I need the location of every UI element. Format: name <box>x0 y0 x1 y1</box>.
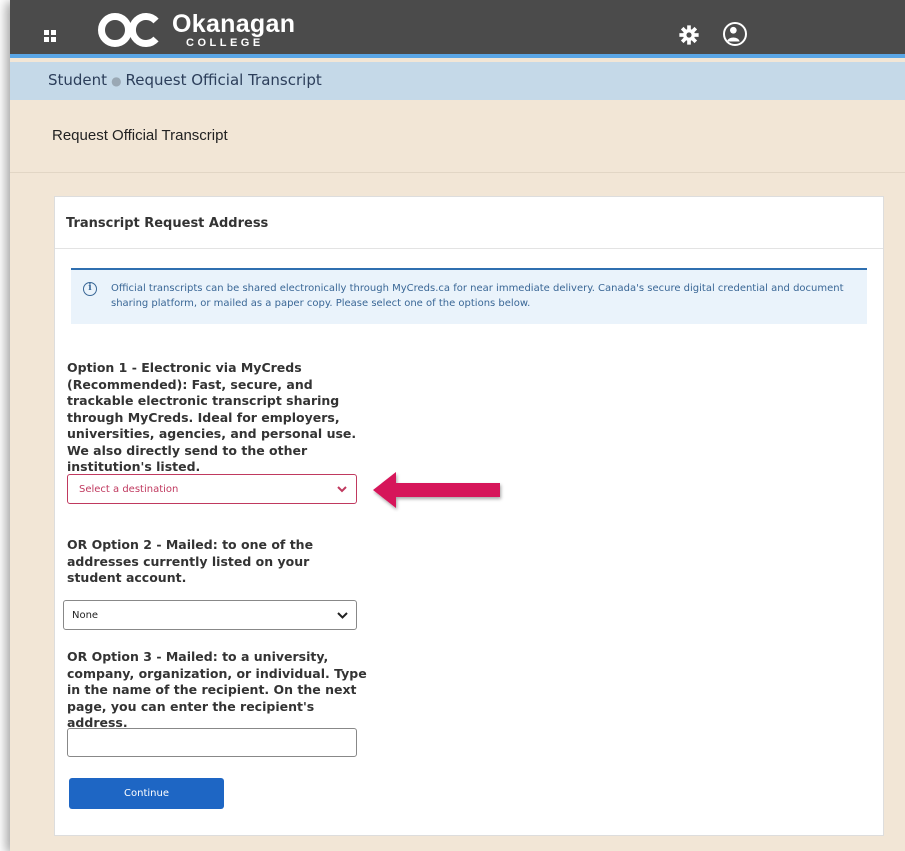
top-bar: Okanagan COLLEGE <box>10 0 905 58</box>
apps-grid-icon[interactable] <box>44 30 56 42</box>
option2-label: OR Option 2 - Mailed: to one of the addr… <box>67 537 314 585</box>
pointer-arrow-icon <box>373 472 500 508</box>
address-select[interactable]: None <box>63 600 357 630</box>
gear-icon[interactable] <box>678 24 700 46</box>
card-header: Transcript Request Address <box>55 197 883 249</box>
breadcrumb: Student ● Request Official Transcript <box>10 62 905 100</box>
college-logo[interactable]: Okanagan COLLEGE <box>98 10 295 50</box>
breadcrumb-current: Request Official Transcript <box>125 71 322 89</box>
recipient-name-input[interactable] <box>67 728 357 757</box>
info-text: Official transcripts can be shared elect… <box>111 283 844 309</box>
app-window: Okanagan COLLEGE Student ● Request Offic… <box>10 0 905 851</box>
option3-label: OR Option 3 - Mailed: to a university, c… <box>67 649 367 730</box>
user-icon[interactable] <box>723 22 747 46</box>
logo-name: Okanagan <box>172 9 296 38</box>
page-title: Request Official Transcript <box>52 127 228 144</box>
destination-select-value: Select a destination <box>79 483 179 495</box>
continue-button[interactable]: Continue <box>69 778 224 809</box>
breadcrumb-root[interactable]: Student <box>48 71 107 89</box>
destination-select[interactable]: Select a destination <box>67 474 357 504</box>
breadcrumb-separator: ● <box>111 74 122 88</box>
transcript-request-card: Transcript Request Address i Official tr… <box>54 196 884 836</box>
address-select-value: None <box>72 609 99 621</box>
title-divider <box>10 172 905 173</box>
logo-mark <box>98 13 159 47</box>
chevron-down-icon <box>328 601 356 629</box>
option1-label: Option 1 - Electronic via MyCreds (Recom… <box>67 360 357 474</box>
info-notice: i Official transcripts can be shared ele… <box>71 268 867 324</box>
logo-subtitle: COLLEGE <box>186 36 264 49</box>
chevron-down-icon <box>328 475 356 503</box>
info-icon: i <box>83 282 97 296</box>
